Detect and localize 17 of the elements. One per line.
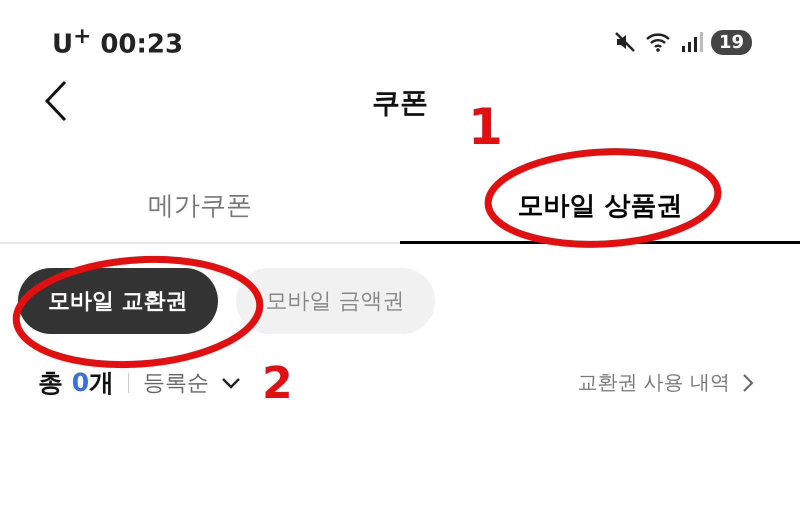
tab[interactable]: 메가쿠폰 [0, 182, 400, 244]
battery-level: 19 [710, 30, 752, 54]
filter-chip[interactable]: 모바일 교환권 [18, 268, 218, 334]
history-link[interactable]: 교환권 사용 내역 [577, 369, 754, 396]
sort-dropdown[interactable]: 등록순 [143, 368, 242, 398]
status-time: U$^{+}$ 00:23 [52, 24, 184, 60]
chevron-right-icon [742, 372, 754, 392]
total-count: 총 0개 [38, 367, 114, 399]
mute-icon [612, 30, 637, 54]
tab[interactable]: 모바일 상품권 [400, 182, 800, 244]
filter-chip[interactable]: 모바일 금액권 [236, 268, 435, 334]
back-icon[interactable] [44, 80, 68, 122]
signal-icon [680, 31, 703, 53]
caret-icon [221, 376, 242, 388]
annotation-number: 1 [468, 102, 503, 152]
annotation-number: 2 [262, 362, 293, 406]
page-title: 쿠폰 [372, 85, 428, 121]
